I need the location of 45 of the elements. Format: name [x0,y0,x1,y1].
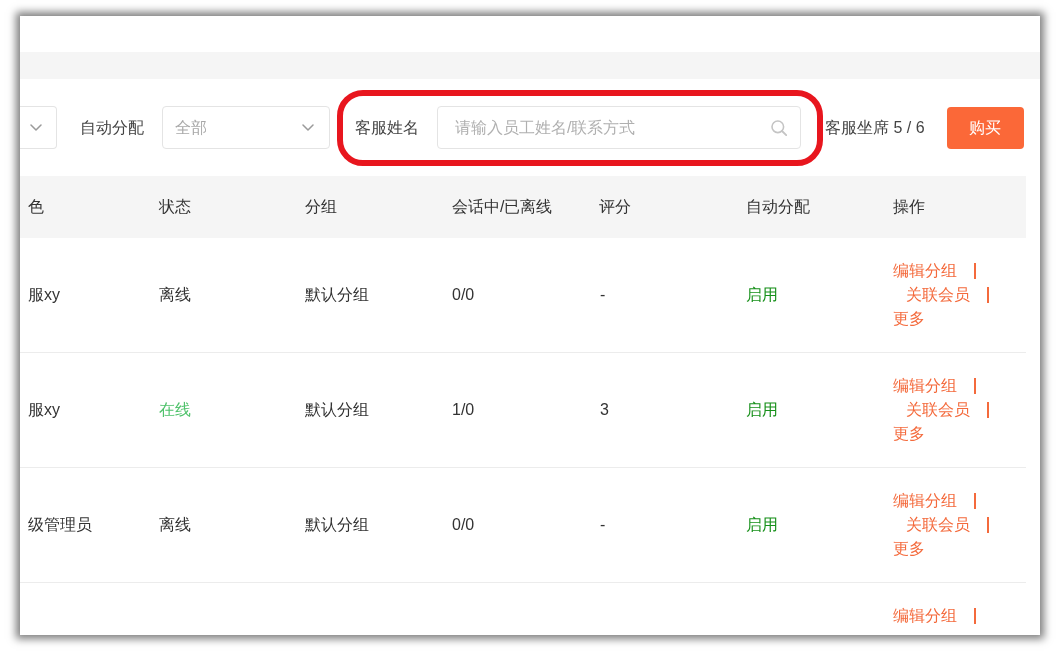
column-header: 操作 [893,197,925,217]
table-cell-text: 级管理员 [28,515,92,535]
table-cell-text: 服xy [28,400,60,420]
table-cell-text: 离线 [159,515,191,535]
table-cell-text: 默认分组 [305,285,369,305]
action-link[interactable]: 关联会员 [906,398,970,422]
column-header: 分组 [305,197,337,217]
table-cell-text: 1/0 [452,400,475,420]
column-header: 状态 [159,197,191,217]
table-cell-text: 启用 [746,400,778,420]
column-header: 自动分配 [746,197,810,217]
table-cell-text: 在线 [159,400,191,420]
select-field[interactable] [20,106,57,149]
table-cell-text: 离线 [159,285,191,305]
action-link[interactable]: 编辑分组 [893,604,957,628]
action-link[interactable]: 编辑分组 [893,259,957,283]
chevron-down-icon [302,124,314,131]
column-header: 色 [28,197,44,217]
table-cell-text: 3 [600,400,609,420]
filter-label: 客服姓名 [355,117,419,138]
action-link[interactable]: 更多 [893,307,925,331]
seat-count: 客服坐席 5 / 6 [825,117,925,138]
action-link[interactable]: 编辑分组 [893,489,957,513]
table-cell-text: 服xy [28,285,60,305]
table-cell-text: 0/0 [452,515,475,535]
select-field[interactable]: 全部 [162,106,330,149]
buy-button[interactable]: 购买 [946,106,1024,149]
filter-label: 自动分配 [80,117,144,138]
table-cell-text: 默认分组 [305,515,369,535]
search-icon [771,120,787,136]
action-link[interactable]: 更多 [893,537,925,561]
table-cell-text: 启用 [746,285,778,305]
action-link[interactable]: 关联会员 [906,513,970,537]
table-cell-text: 0/0 [452,285,475,305]
table-cell-text: 默认分组 [305,400,369,420]
column-header: 评分 [599,197,631,217]
search-field[interactable]: 请输入员工姓名/联系方式 [437,106,801,149]
action-link[interactable]: 编辑分组 [893,374,957,398]
table-cell-text: - [600,515,606,535]
chevron-down-icon [30,124,42,131]
table-cell-text: 启用 [746,515,778,535]
table-cell-text: - [600,285,606,305]
action-link[interactable]: 更多 [893,422,925,446]
action-link[interactable]: 关联会员 [906,283,970,307]
column-header: 会话中/已离线 [452,197,553,217]
